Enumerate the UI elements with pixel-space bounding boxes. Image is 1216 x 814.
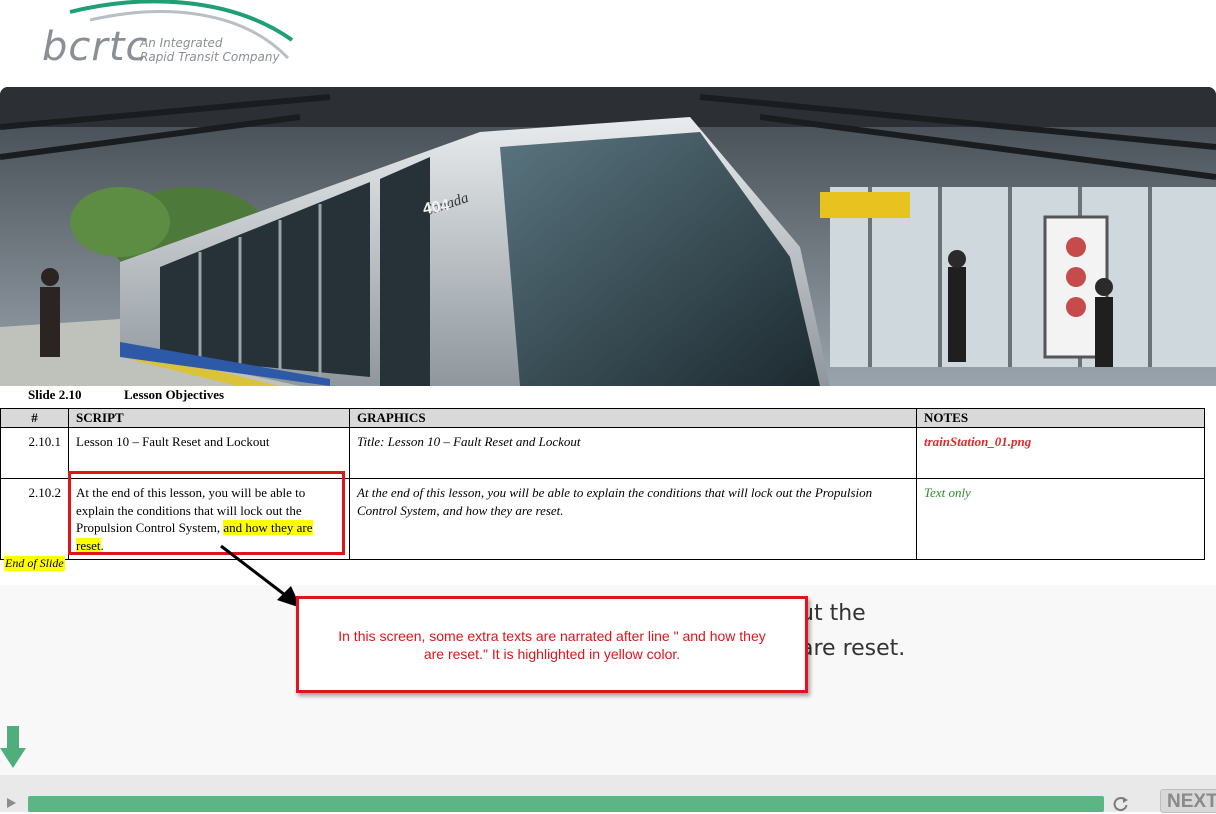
slide-number: Slide 2.10 [28, 387, 82, 402]
annotation-callout: In this screen, some extra texts are nar… [296, 596, 808, 693]
next-button[interactable]: NEXT [1160, 789, 1216, 813]
play-icon[interactable] [4, 797, 18, 809]
header-graphics: GRAPHICS [349, 408, 917, 428]
train-station-photo: Canada 404 [0, 87, 1216, 386]
row-num: 2.10.1 [0, 427, 69, 479]
logo-tagline: An Integrated Rapid Transit Company [140, 36, 290, 64]
header-script: SCRIPT [68, 408, 350, 428]
row-num: 2.10.2 [0, 478, 69, 560]
slide-title: Lesson Objectives [124, 387, 225, 402]
logo-tagline-line2: Rapid Transit Company [140, 50, 280, 64]
table-header-row: # SCRIPT GRAPHICS NOTES [0, 408, 1205, 428]
header-num: # [0, 408, 69, 428]
logo-tagline-line1: An Integrated [140, 36, 223, 50]
logo-wordmark: bcrtc [42, 24, 149, 70]
narration-text-line2: are reset. [800, 636, 906, 661]
narration-text-line1: ut the [800, 601, 866, 626]
bcrtc-logo: bcrtc An Integrated Rapid Transit Compan… [30, 0, 310, 82]
header-notes: NOTES [916, 408, 1205, 428]
row-graphics: Title: Lesson 10 – Fault Reset and Locko… [349, 427, 917, 479]
down-arrow-icon[interactable] [0, 726, 26, 770]
row-notes: trainStation_01.png [916, 427, 1205, 479]
end-of-slide-marker: End of Slide [4, 556, 65, 571]
row-graphics: At the end of this lesson, you will be a… [349, 478, 917, 560]
reload-icon[interactable] [1112, 796, 1130, 812]
slide-heading: Slide 2.10 Lesson Objectives [28, 387, 224, 403]
progress-bar[interactable] [28, 796, 1104, 812]
row-notes: Text only [916, 478, 1205, 560]
